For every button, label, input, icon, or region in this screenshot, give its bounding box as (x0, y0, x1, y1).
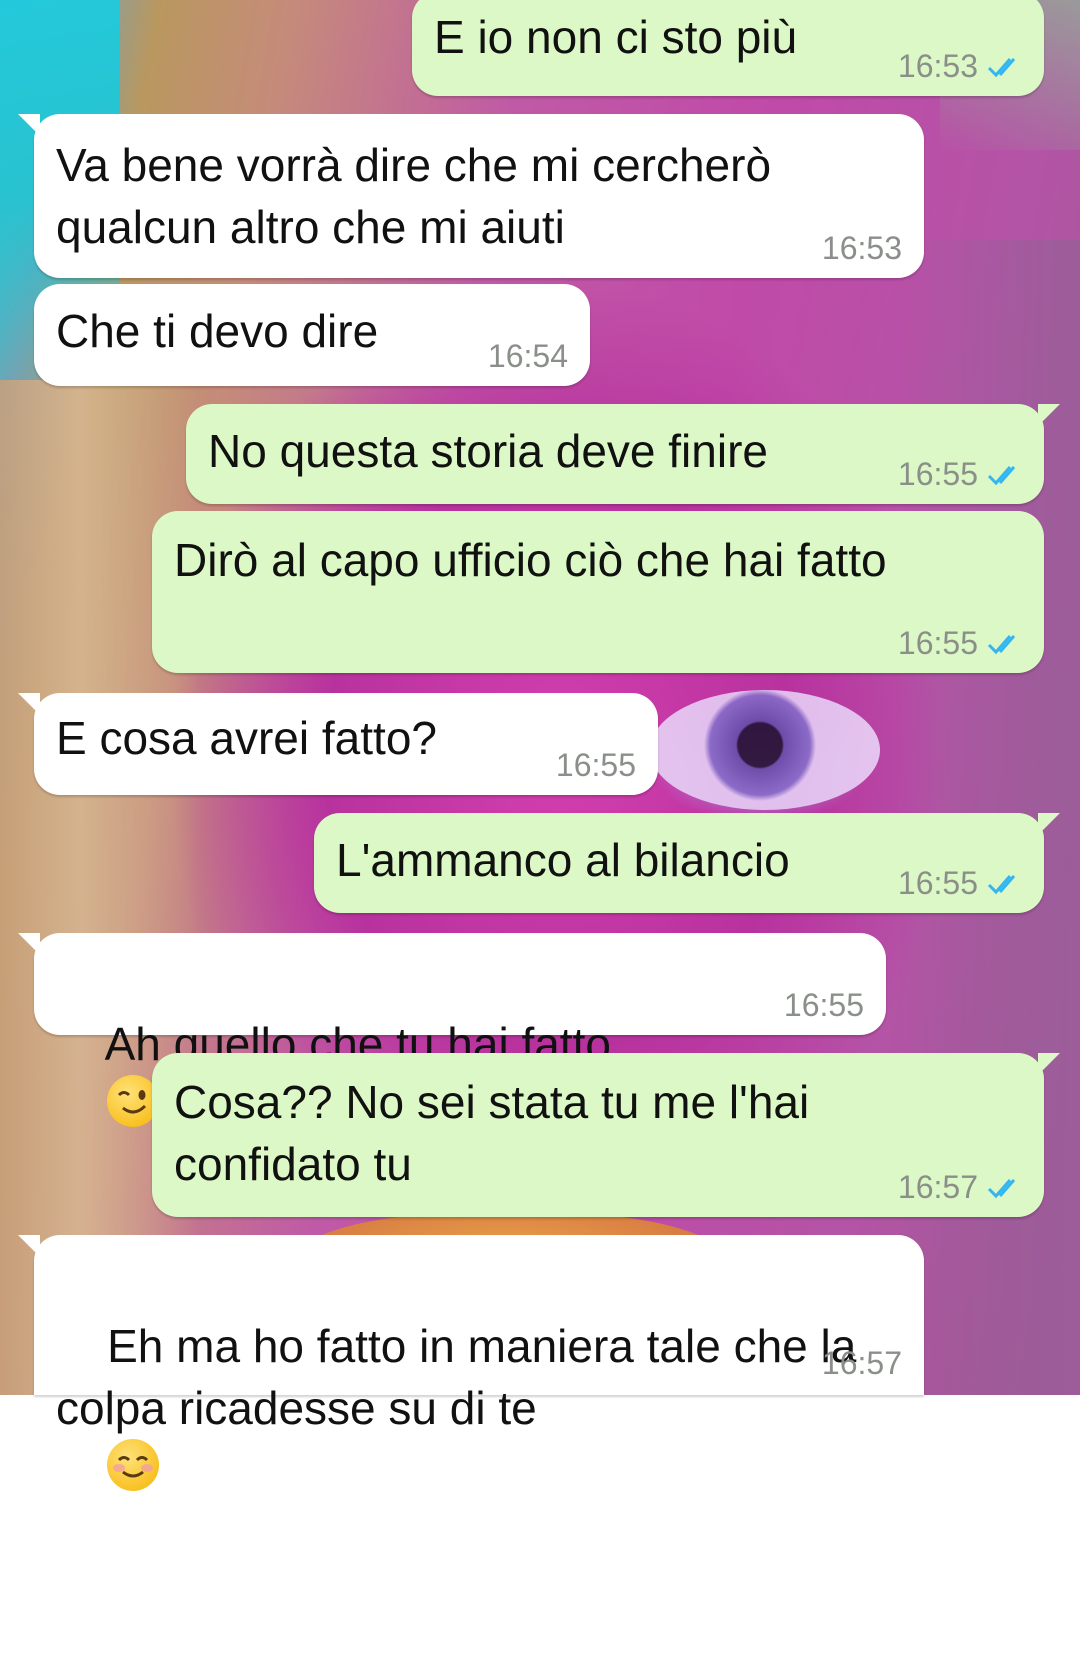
message-text: No questa storia deve finire (208, 425, 768, 477)
message-bubble-incoming[interactable]: Ah quello che tu hai fatto 16:55 (18, 933, 886, 1127)
message-bubble-outgoing[interactable]: Cosa?? No sei stata tu me l'hai confidat… (152, 1053, 1060, 1217)
message-bubble-outgoing[interactable]: E io non ci sto più 16:53 (412, 0, 1044, 96)
message-text: Che ti devo dire (56, 305, 379, 357)
double-check-icon (987, 635, 1016, 655)
message-bubble-incoming[interactable]: Va bene vorrà dire che mi cercherò qualc… (18, 114, 924, 278)
message-bubble-incoming[interactable]: Che ti devo dire 16:54 (34, 284, 590, 386)
double-check-icon (987, 466, 1016, 486)
wallpaper-eye (650, 690, 880, 810)
smiling-face-emoji (107, 1439, 160, 1491)
message-bubble-incoming[interactable]: Eh ma ho fatto in maniera tale che la co… (18, 1235, 924, 1491)
message-time: 16:55 (897, 865, 978, 901)
message-time: 16:57 (897, 1169, 978, 1205)
message-text: E io non ci sto più (434, 11, 798, 63)
message-time: 16:55 (897, 625, 978, 661)
message-time: 16:55 (897, 456, 978, 492)
message-text-content: Eh ma ho fatto in maniera tale che la co… (56, 1320, 857, 1434)
message-text: Eh ma ho fatto in maniera tale che la co… (56, 1253, 856, 1679)
message-time: 16:57 (821, 1345, 902, 1381)
message-time: 16:53 (821, 230, 902, 266)
message-text: Va bene vorrà dire che mi cercherò qualc… (56, 139, 772, 253)
message-bubble-incoming[interactable]: E cosa avrei fatto? 16:55 (18, 693, 658, 795)
message-time: 16:53 (897, 48, 978, 84)
double-check-icon (987, 1179, 1016, 1199)
message-time: 16:54 (487, 338, 568, 374)
double-check-icon (987, 58, 1016, 78)
double-check-icon (987, 875, 1016, 895)
message-bubble-outgoing[interactable]: No questa storia deve finire 16:55 (186, 404, 1060, 504)
message-text: Dirò al capo ufficio ciò che hai fatto (174, 534, 887, 586)
message-text: L'ammanco al bilancio (336, 834, 790, 886)
message-text: E cosa avrei fatto? (56, 712, 437, 764)
message-text: Cosa?? No sei stata tu me l'hai confidat… (174, 1076, 810, 1190)
message-time: 16:55 (555, 747, 636, 783)
message-bubble-outgoing[interactable]: Dirò al capo ufficio ciò che hai fatto 1… (152, 511, 1044, 673)
message-time: 16:55 (783, 987, 864, 1023)
message-bubble-outgoing[interactable]: L'ammanco al bilancio 16:55 (314, 813, 1060, 913)
